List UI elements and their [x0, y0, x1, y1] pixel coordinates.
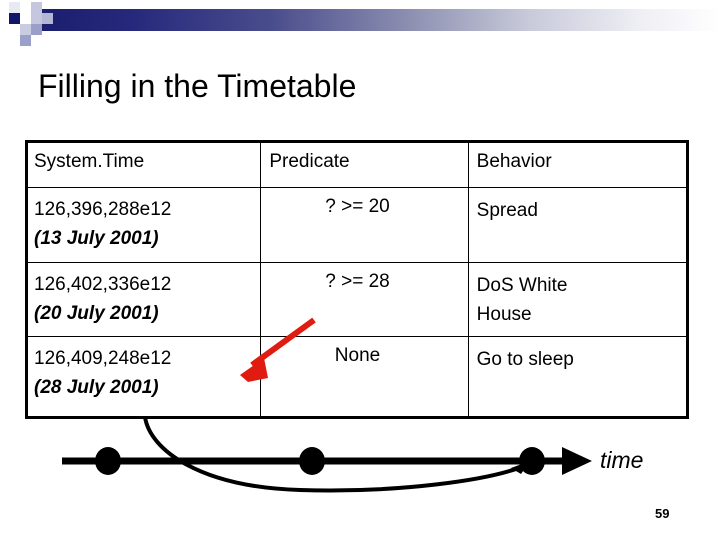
banner-square-7: [42, 13, 53, 24]
behavior-line: DoS White: [476, 275, 568, 296]
slide-number: 59: [655, 506, 670, 521]
cell-system-time: 126,396,288e12 (13 July 2001): [24, 187, 262, 263]
loop-arrow-curve: [143, 416, 525, 493]
banner-square-5: [20, 13, 31, 24]
banner-square-4: [9, 13, 20, 24]
banner-square-3: [31, 2, 42, 13]
behavior-line: House: [476, 304, 532, 325]
banner-square-6: [31, 13, 42, 24]
timeline-event-dot: [519, 447, 545, 475]
banner-square-1: [20, 2, 31, 13]
system-time-value: 126,402,336e12: [34, 274, 172, 295]
banner-square-10: [31, 24, 42, 35]
cell-system-time: 126,409,248e12 (28 July 2001): [24, 336, 262, 419]
system-time-date: (13 July 2001): [34, 228, 159, 249]
table-row: 126,409,248e12 (28 July 2001) None Go to…: [24, 336, 690, 419]
cell-predicate: None: [260, 336, 469, 419]
cell-predicate: ? >= 28: [260, 262, 469, 337]
system-time-value: 126,409,248e12: [34, 348, 172, 369]
banner-square-8: [9, 24, 20, 35]
loop-arrow-head: [511, 461, 530, 474]
banner-gradient-bar: [42, 9, 720, 31]
table-header-row: System.Time Predicate Behavior: [24, 140, 690, 188]
table-row: 126,402,336e12 (20 July 2001) ? >= 28 Do…: [24, 262, 690, 337]
banner-square-11: [20, 35, 31, 46]
system-time-value: 126,396,288e12: [34, 199, 172, 220]
time-axis-arrowhead: [562, 447, 592, 475]
column-header-behavior: Behavior: [467, 140, 690, 188]
slide-banner: [0, 0, 720, 46]
timetable: System.Time Predicate Behavior 126,396,2…: [24, 140, 690, 419]
cell-behavior: DoS White House: [467, 262, 690, 337]
column-header-system-time: System.Time: [24, 140, 262, 188]
time-axis-label: time: [600, 447, 644, 473]
column-header-predicate: Predicate: [260, 140, 469, 188]
behavior-line: Go to sleep: [476, 349, 574, 370]
system-time-date: (20 July 2001): [34, 303, 159, 324]
behavior-line: Spread: [476, 200, 538, 221]
banner-square-0: [9, 2, 20, 13]
system-time-date: (28 July 2001): [34, 377, 159, 398]
timeline-event-dot: [299, 447, 325, 475]
cell-predicate: ? >= 20: [260, 187, 469, 263]
page-title: Filling in the Timetable: [38, 68, 357, 104]
cell-system-time: 126,402,336e12 (20 July 2001): [24, 262, 262, 337]
cell-behavior: Spread: [467, 187, 690, 263]
banner-square-9: [20, 24, 31, 35]
timeline-event-dot: [95, 447, 121, 475]
table-row: 126,396,288e12 (13 July 2001) ? >= 20 Sp…: [24, 187, 690, 263]
cell-behavior: Go to sleep: [467, 336, 690, 419]
